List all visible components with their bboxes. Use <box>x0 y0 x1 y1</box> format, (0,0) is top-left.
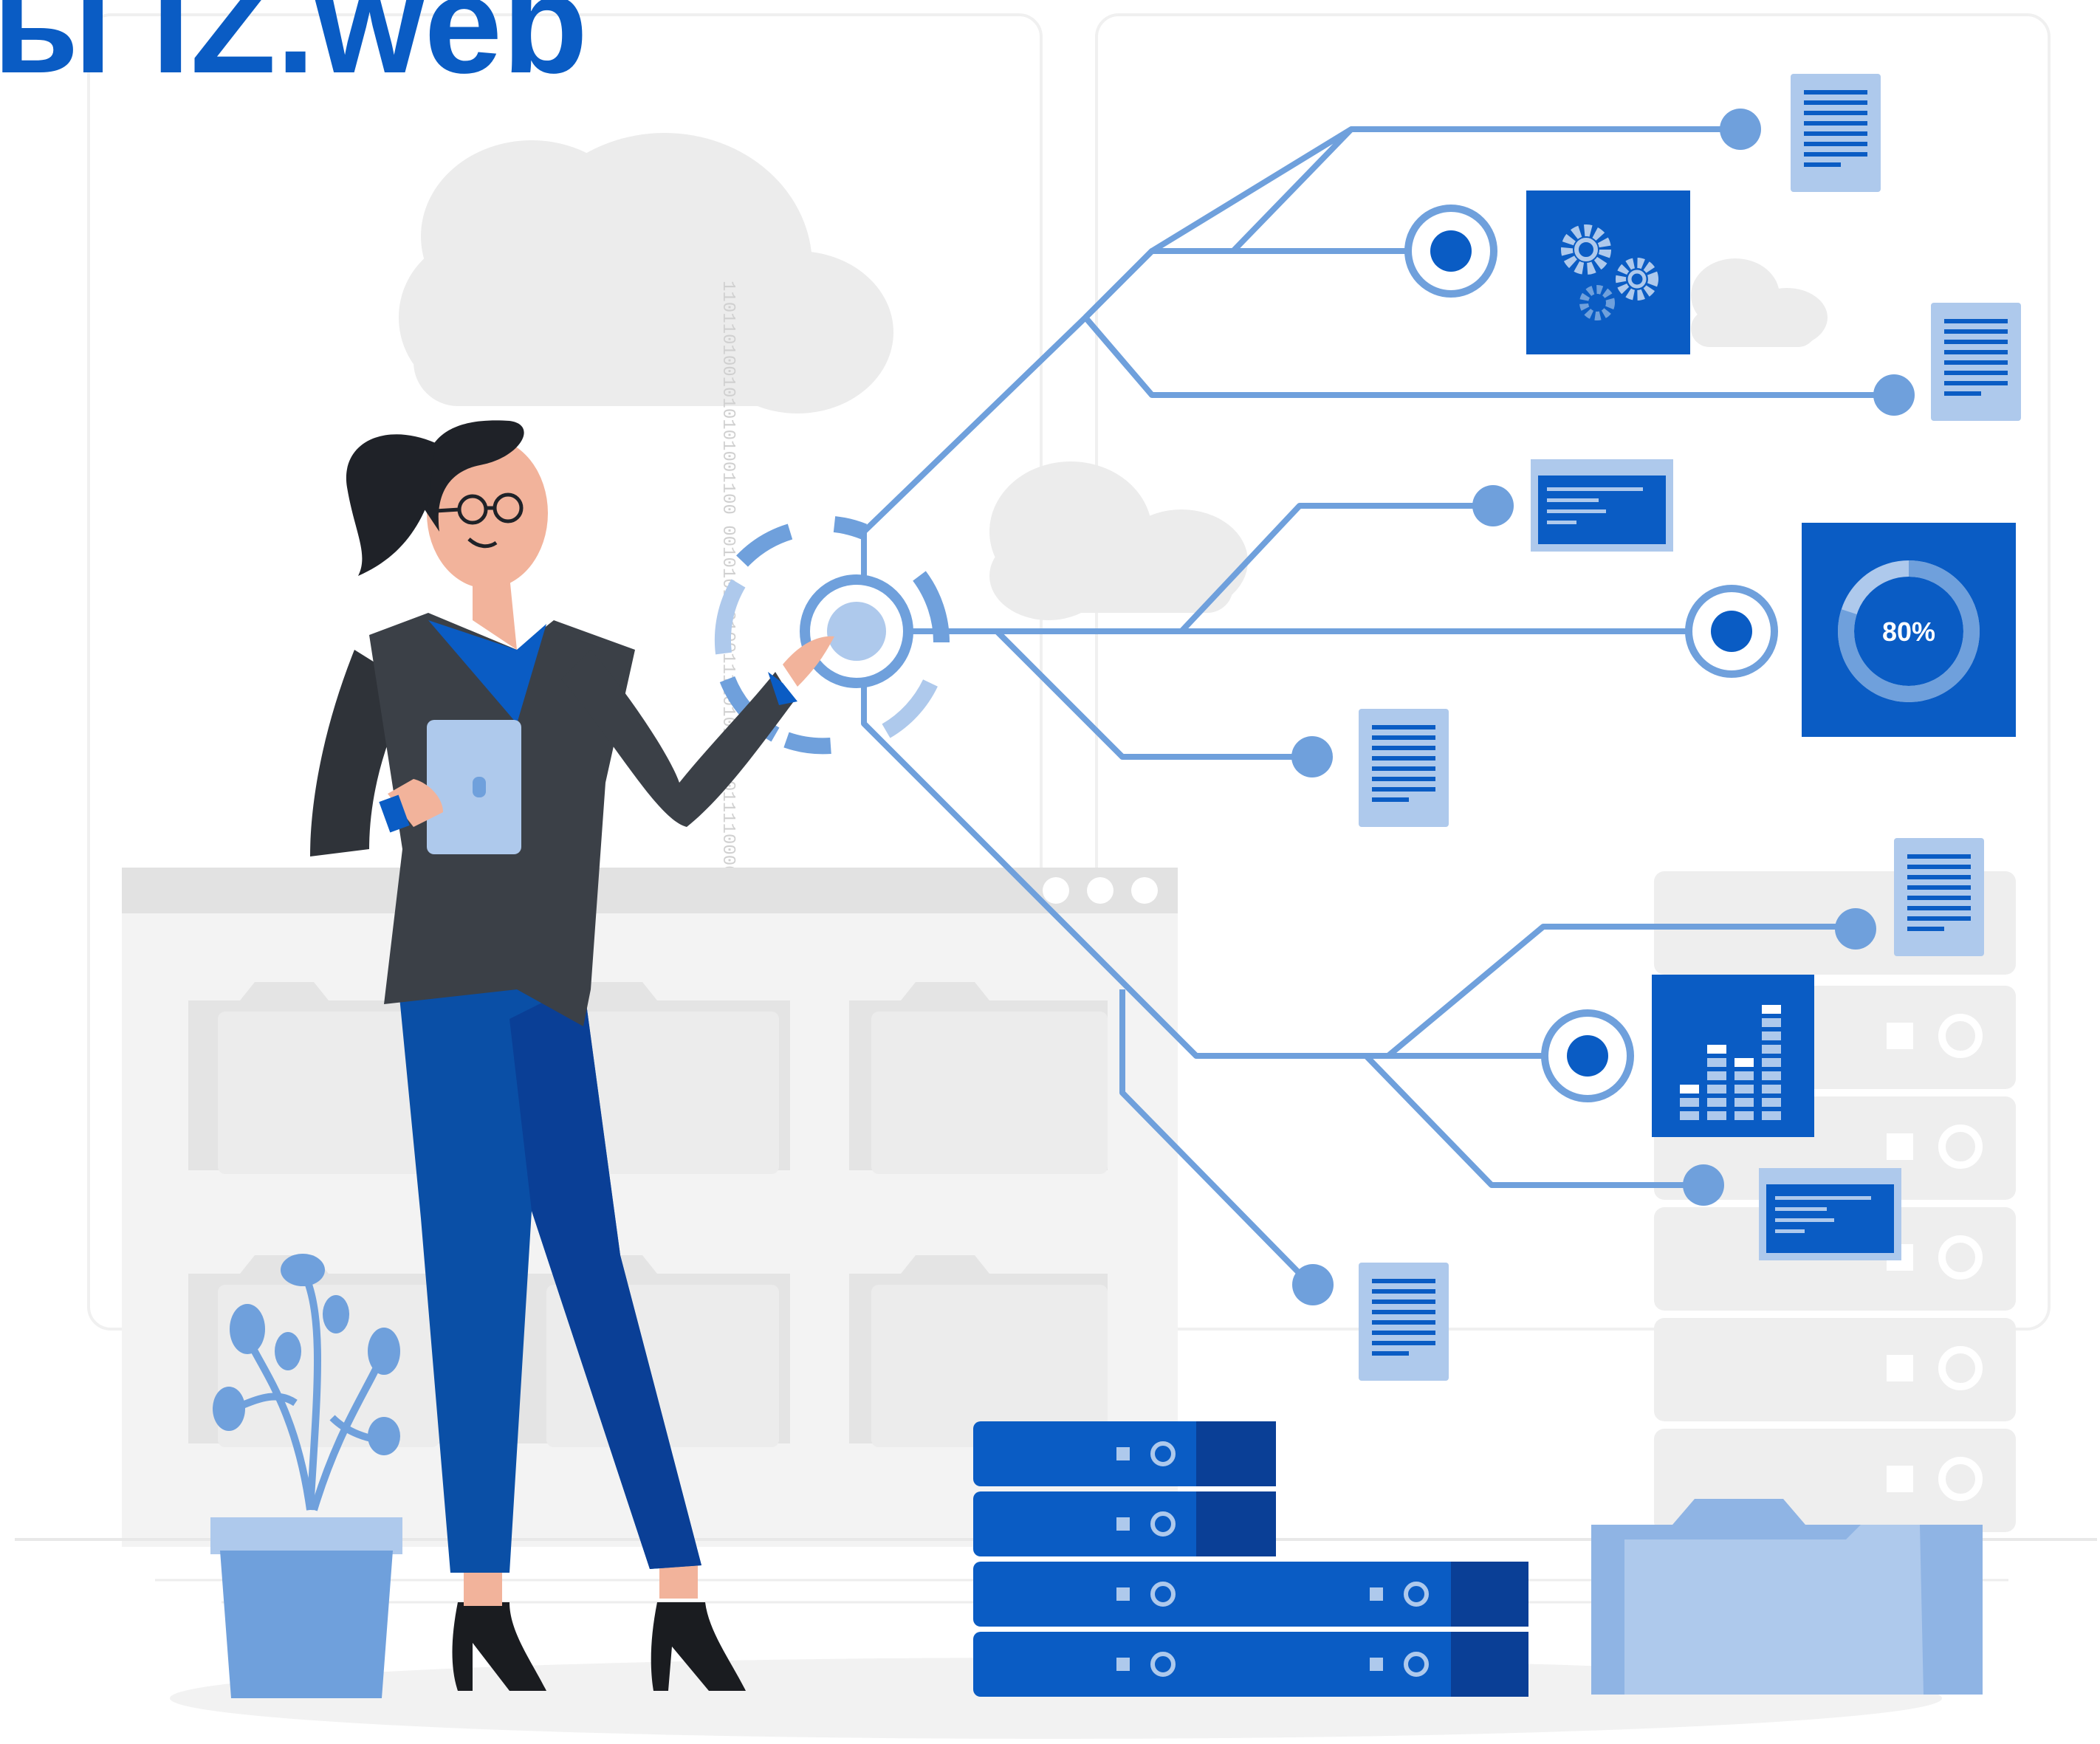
bar-chart-icon <box>1652 975 1814 1137</box>
code-window-icon <box>1759 1168 1901 1260</box>
document-icon <box>1359 709 1449 827</box>
folder-icon <box>1591 1499 1983 1695</box>
donut-label: 80% <box>1882 617 1935 647</box>
gears-icon <box>1526 190 1690 354</box>
folder-icon <box>849 1255 1108 1447</box>
server-stack <box>973 1421 1528 1697</box>
document-icon <box>1791 74 1881 192</box>
code-window-icon <box>1531 459 1673 552</box>
folder-icon <box>849 982 1108 1174</box>
progress-card: 80% <box>1802 523 2016 737</box>
page-title: ы IZ.web <box>0 0 588 103</box>
document-icon <box>1359 1263 1449 1381</box>
document-icon <box>1931 303 2021 421</box>
illustration-scene: ы IZ.web 1101101001010101001100 00101011… <box>0 0 2097 1739</box>
document-icon <box>1894 838 1984 956</box>
